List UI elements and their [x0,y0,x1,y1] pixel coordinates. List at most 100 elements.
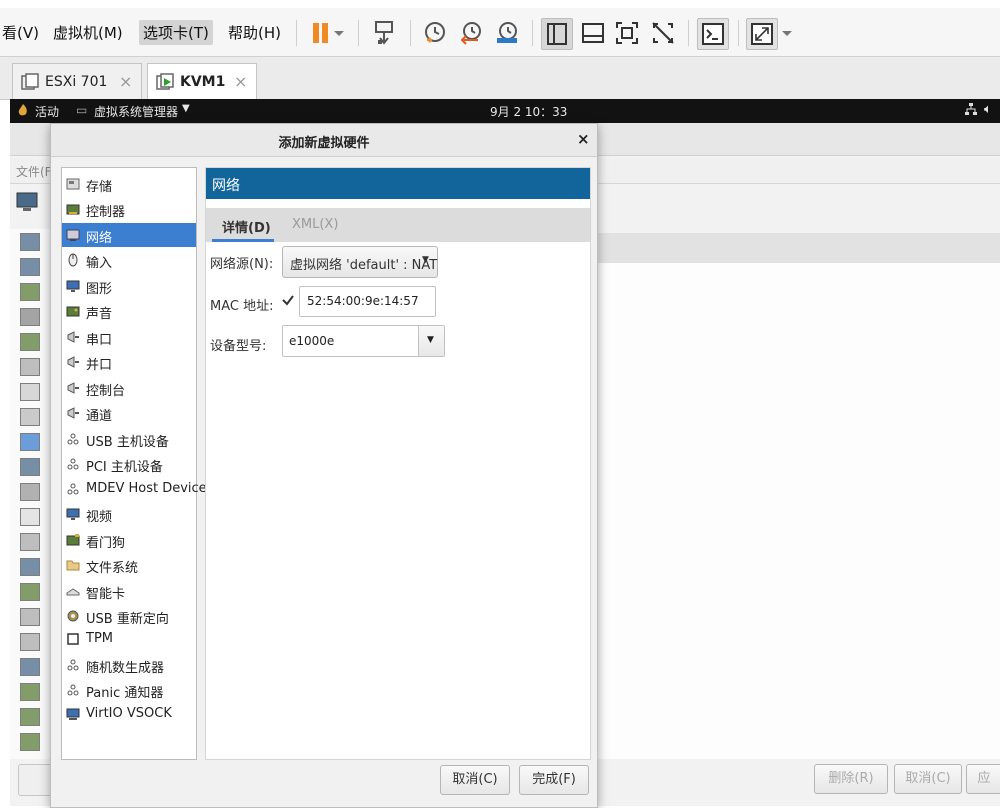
bg-device-icon[interactable] [20,583,40,601]
bg-device-icon[interactable] [20,483,40,501]
toolbar-separator [410,20,411,46]
terminal-icon[interactable] [697,18,729,50]
dropdown-arrow-icon[interactable] [778,18,796,48]
bg-cancel-button[interactable]: 取消(C) [894,764,962,794]
bg-device-icon[interactable] [20,383,40,401]
hardware-item-label: 控制器 [86,205,126,220]
clock[interactable]: 9月 2 10：33 [490,103,567,120]
bg-device-icon[interactable] [20,508,40,526]
tab-details[interactable]: 详情(D) [212,208,274,242]
device-model-dropdown-button[interactable]: ▼ [418,326,444,356]
bg-file-menu[interactable]: 文件(F [16,163,52,180]
tpm-icon [67,633,79,645]
device-model-combo[interactable]: e1000e ▼ [282,325,445,357]
details-tabs: 详情(D) XML(X) [206,208,590,242]
chevron-down-icon: ▼ [427,335,434,345]
hardware-item[interactable]: 文件系统 [62,553,196,577]
bg-device-icon[interactable] [20,608,40,626]
hardware-item-label: 文件系统 [86,561,139,576]
hardware-item[interactable]: 随机数生成器 [62,653,196,677]
hardware-item[interactable]: 声音 [62,299,196,323]
bg-device-icon[interactable] [20,258,40,276]
bg-apply-button[interactable]: 应 [966,764,1000,794]
app-menu[interactable]: 虚拟系统管理器 [94,103,178,120]
snapshot-icon[interactable] [420,18,450,48]
revert-snapshot-icon[interactable] [456,18,486,48]
network-source-value: 虚拟网络 'default' : NAT [290,258,438,273]
hardware-item[interactable]: 存储 [62,172,196,196]
bg-device-icon[interactable] [20,233,40,251]
bg-device-icon[interactable] [20,283,40,301]
hardware-item[interactable]: 通道 [62,401,196,425]
finish-button[interactable]: 完成(F) [519,765,589,795]
hardware-item[interactable]: 网络 [62,223,196,247]
send-ctrl-alt-del-icon[interactable] [370,18,400,48]
tab-kvm1[interactable]: KVM1 × [147,63,257,100]
activities-label[interactable]: 活动 [35,103,59,120]
menu-help[interactable]: 帮助(H) [224,20,285,45]
network-status-icon[interactable] [964,102,978,119]
hardware-item[interactable]: VirtIO VSOCK [62,702,196,726]
menu-view[interactable]: 看(V) [0,20,43,45]
dropdown-arrow-icon[interactable] [330,18,348,48]
bg-device-icon[interactable] [20,658,40,676]
sound-card-icon [66,306,80,317]
bg-toolbar-monitor-icon[interactable] [14,189,48,223]
bg-device-icon[interactable] [20,458,40,476]
hardware-item[interactable]: 控制器 [62,197,196,221]
menu-vm[interactable]: 虚拟机(M) [49,20,127,45]
unity-icon[interactable] [648,18,678,48]
hardware-item-label: 存储 [86,180,113,195]
hardware-item[interactable]: PCI 主机设备 [62,452,196,476]
console-view-icon[interactable] [578,18,608,48]
disk-icon [66,178,80,190]
hardware-item[interactable]: TPM [62,627,196,651]
hardware-item[interactable]: USB 重新定向 [62,604,196,628]
close-tab-icon[interactable]: × [234,72,247,91]
close-tab-icon[interactable]: × [119,72,132,91]
bg-device-icon[interactable] [20,433,40,451]
bg-remove-button[interactable]: 删除(R) [814,764,888,794]
mac-address-checkbox[interactable] [281,293,295,307]
bg-device-icon[interactable] [20,333,40,351]
hardware-item[interactable]: 视频 [62,502,196,526]
volume-icon[interactable]: 🔈︎ [984,102,992,117]
hardware-item[interactable]: 并口 [62,350,196,374]
bg-device-icon[interactable] [20,733,40,751]
vmware-toolbar: 看(V) 虚拟机(M) 选项卡(T) 帮助(H) [0,8,1000,57]
hardware-item[interactable]: 智能卡 [62,579,196,603]
bg-device-icon[interactable] [20,633,40,651]
snapshot-manager-icon[interactable] [492,18,522,48]
bg-device-icon[interactable] [20,708,40,726]
hardware-item[interactable]: MDEV Host Device [62,477,207,501]
toolbar-separator [532,20,533,46]
hardware-item[interactable]: Panic 通知器 [62,678,196,702]
bg-device-icon[interactable] [20,308,40,326]
bg-device-icon[interactable] [20,408,40,426]
bg-device-icon[interactable] [20,558,40,576]
hardware-item[interactable]: 输入 [62,248,196,272]
cancel-button[interactable]: 取消(C) [440,765,510,795]
bg-device-icon[interactable] [20,358,40,376]
hardware-item[interactable]: 看门狗 [62,528,196,552]
video-icon [66,508,80,520]
tab-xml[interactable]: XML(X) [286,208,346,242]
dialog-header: 添加新虚拟硬件 × [51,124,597,157]
hardware-item[interactable]: USB 主机设备 [62,427,196,451]
tab-esxi-701[interactable]: ESXi 701 × [12,63,142,100]
toolbar-separator [738,20,739,46]
menu-tabs[interactable]: 选项卡(T) [139,20,213,45]
mac-address-input[interactable]: 52:54:00:9e:14:57 [299,286,436,317]
fullscreen-icon[interactable] [612,18,642,48]
hardware-item[interactable]: 图形 [62,274,196,298]
stretch-icon[interactable] [746,18,778,50]
hardware-item[interactable]: 控制台 [62,376,196,400]
network-source-dropdown[interactable]: 虚拟网络 'default' : NAT ▼ [282,246,438,278]
close-icon[interactable]: × [577,130,590,148]
bg-device-icon[interactable] [20,533,40,551]
parallel-port-icon [67,356,79,368]
single-window-icon[interactable] [541,18,573,50]
bg-device-icon[interactable] [20,683,40,701]
activities-icon [18,104,28,116]
hardware-item[interactable]: 串口 [62,325,196,349]
